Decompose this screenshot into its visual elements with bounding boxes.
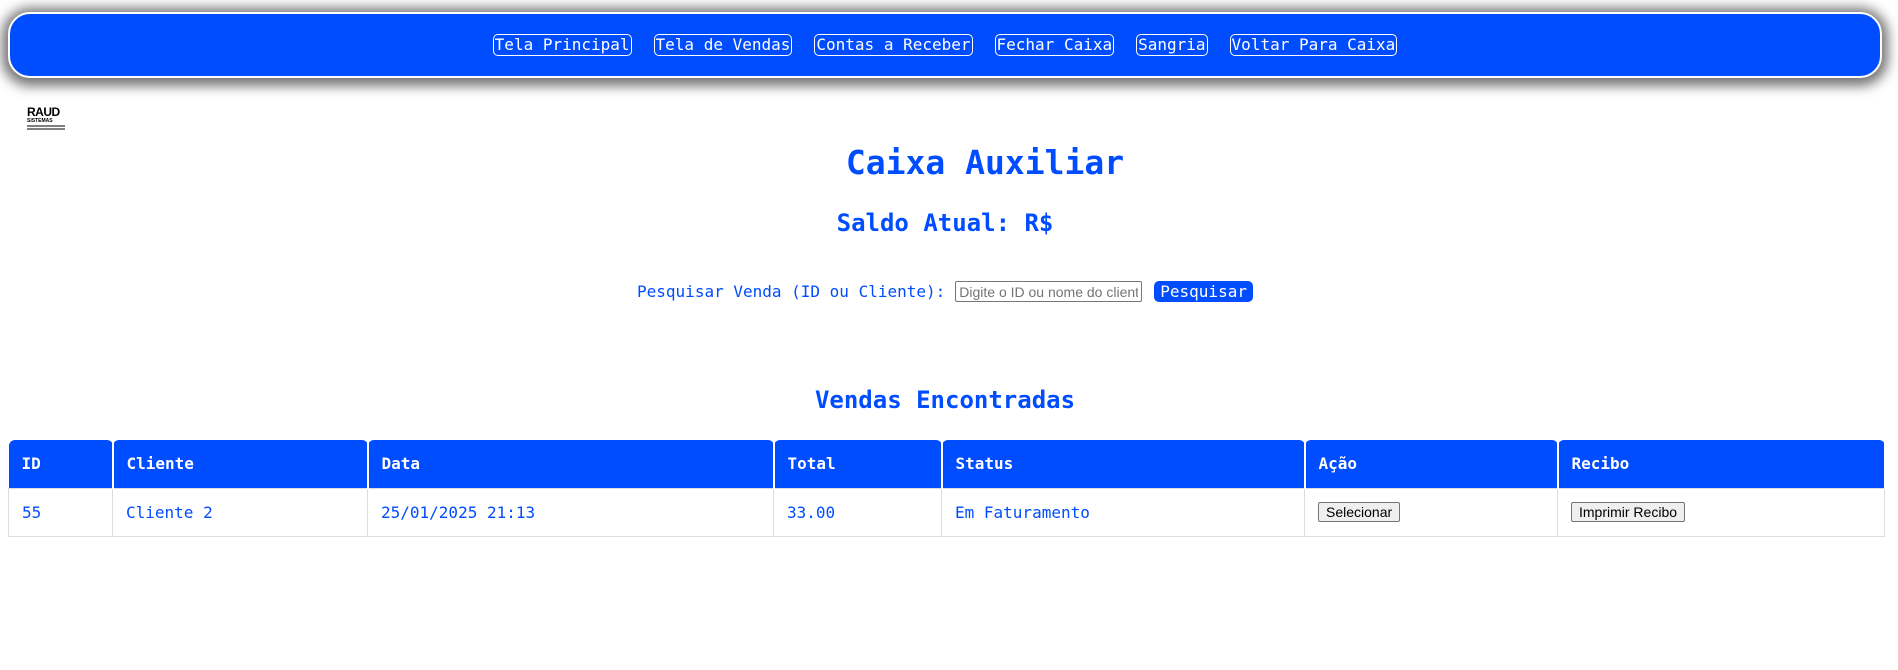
cell-recibo: Imprimir Recibo <box>1557 487 1885 537</box>
table-header-row: ID Cliente Data Total Status Ação Recibo <box>8 440 1886 488</box>
column-header-data: Data <box>367 440 775 488</box>
nav-tela-de-vendas-button[interactable]: Tela de Vendas <box>653 34 793 56</box>
cell-cliente: Cliente 2 <box>112 487 368 537</box>
column-header-status: Status <box>941 440 1306 488</box>
column-header-id: ID <box>8 440 114 488</box>
nav-fechar-caixa-button[interactable]: Fechar Caixa <box>994 34 1115 56</box>
balance-label: Saldo Atual: R$ <box>836 209 1054 237</box>
select-button[interactable]: Selecionar <box>1318 502 1401 522</box>
nav-tela-principal-button[interactable]: Tela Principal <box>492 34 632 56</box>
top-navbar: Tela Principal Tela de Vendas Contas a R… <box>8 12 1882 78</box>
cell-acao: Selecionar <box>1304 487 1558 537</box>
logo-line-1: RAUD <box>27 105 60 119</box>
search-input[interactable] <box>955 281 1143 302</box>
nav-voltar-para-caixa-button[interactable]: Voltar Para Caixa <box>1229 34 1398 56</box>
search-button[interactable]: Pesquisar <box>1154 281 1253 302</box>
column-header-total: Total <box>773 440 943 488</box>
logo-line-2: SISTEMAS <box>27 118 53 124</box>
cell-id: 55 <box>8 487 113 537</box>
sales-table: ID Cliente Data Total Status Ação Recibo… <box>8 440 1886 537</box>
results-title: Vendas Encontradas <box>814 386 1076 414</box>
column-header-cliente: Cliente <box>112 440 369 488</box>
company-logo: RAUD SISTEMAS <box>27 106 67 132</box>
print-receipt-button[interactable]: Imprimir Recibo <box>1571 502 1686 522</box>
nav-contas-a-receber-button[interactable]: Contas a Receber <box>814 34 973 56</box>
column-header-acao: Ação <box>1304 440 1559 488</box>
page-title: Caixa Auxiliar <box>845 143 1125 182</box>
logo-lines-icon <box>27 125 65 130</box>
table-row: 55 Cliente 2 25/01/2025 21:13 33.00 Em F… <box>8 487 1885 537</box>
cell-total: 33.00 <box>773 487 942 537</box>
nav-sangria-button[interactable]: Sangria <box>1136 34 1208 56</box>
column-header-recibo: Recibo <box>1557 440 1886 488</box>
cell-data: 25/01/2025 21:13 <box>367 487 774 537</box>
cell-status: Em Faturamento <box>941 487 1305 537</box>
search-label: Pesquisar Venda (ID ou Cliente): <box>637 282 946 301</box>
search-row: Pesquisar Venda (ID ou Cliente): Pesquis… <box>0 281 1890 302</box>
